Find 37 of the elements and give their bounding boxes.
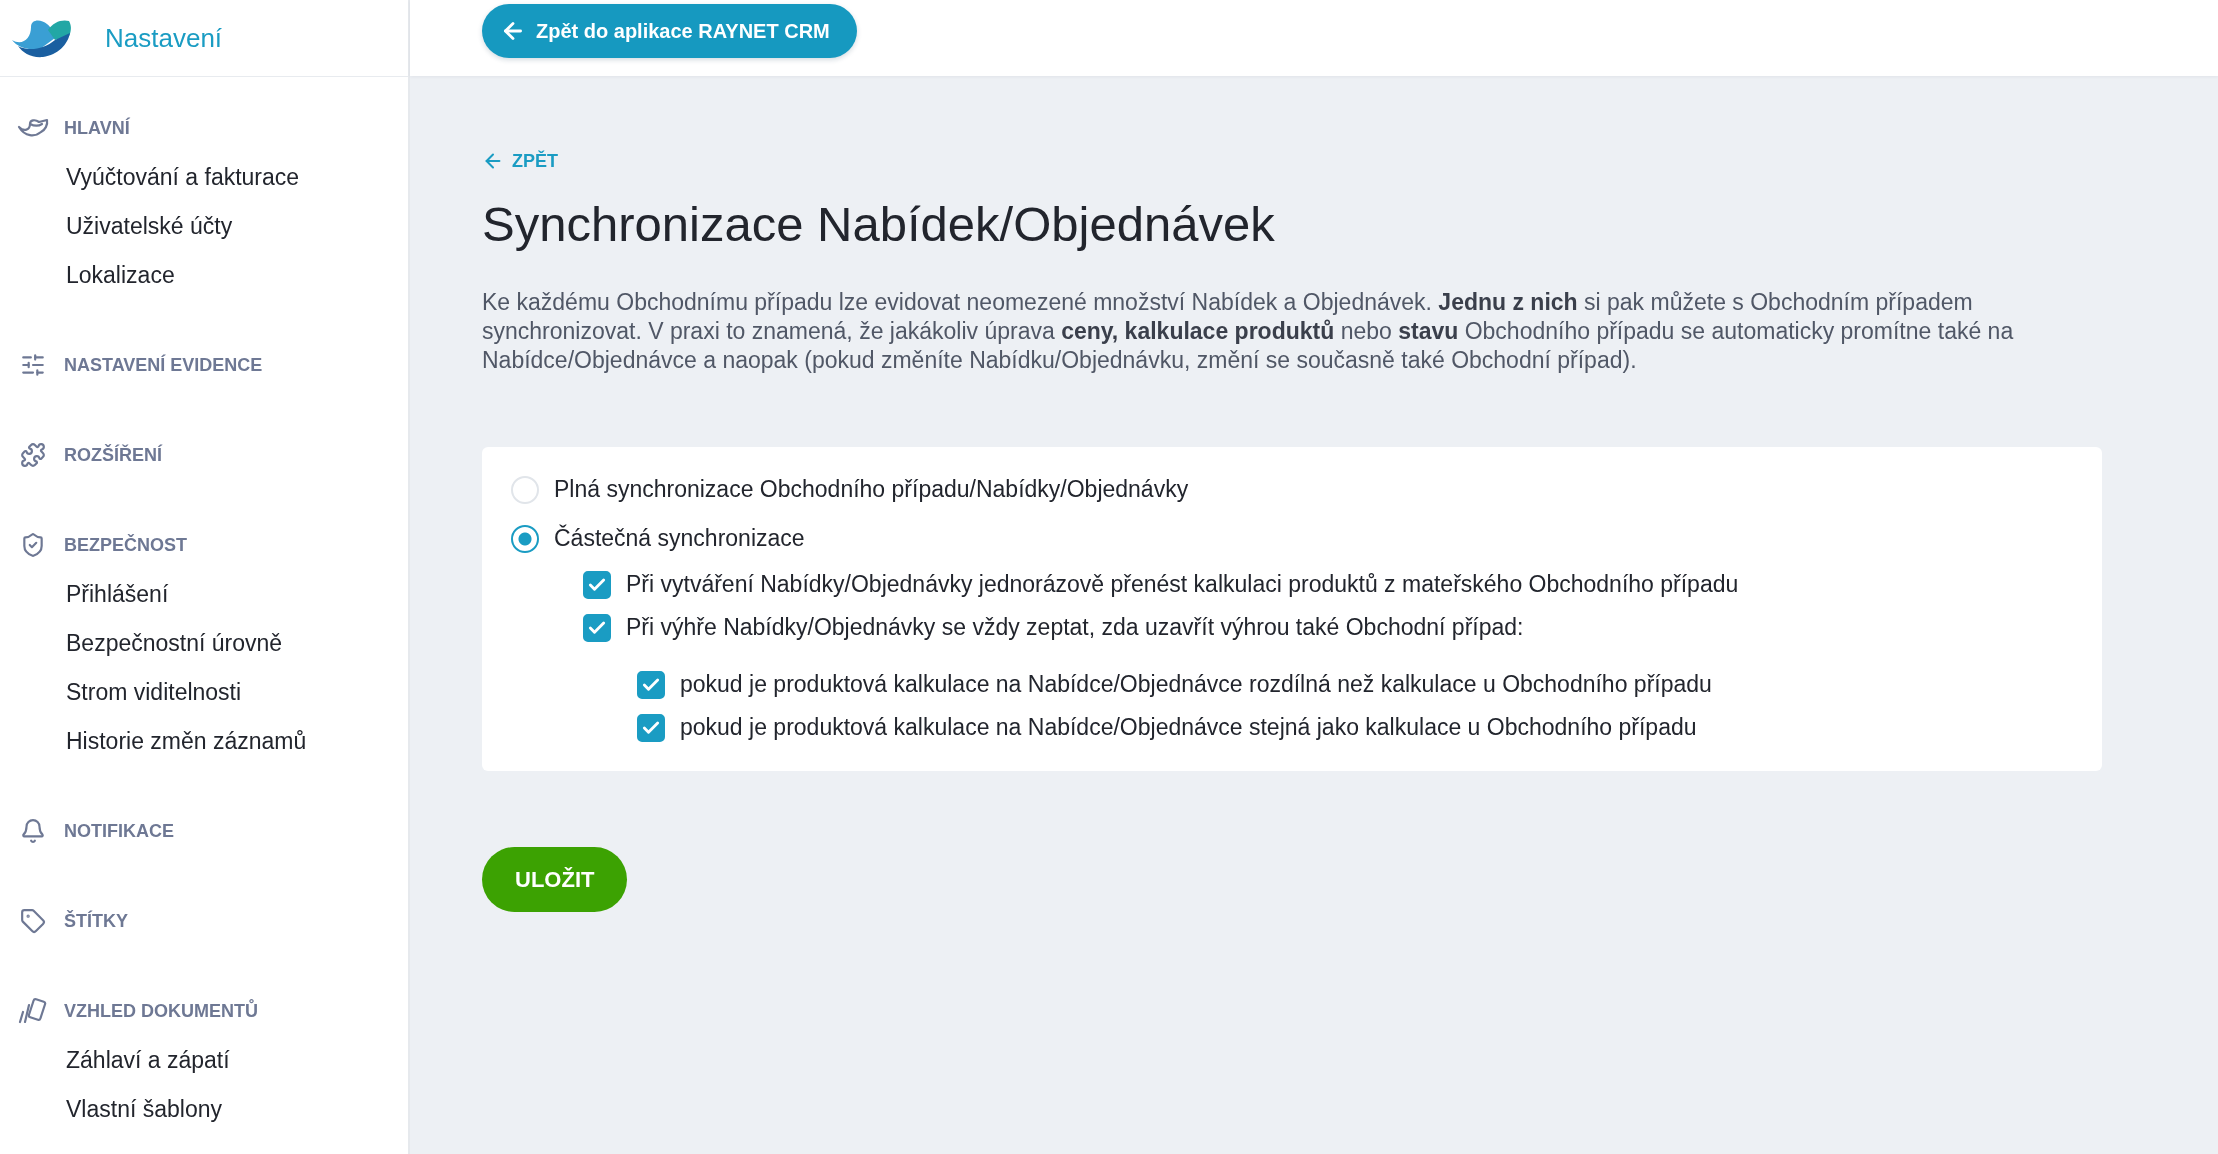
- option-label: pokud je produktová kalkulace na Nabídce/Objednávce rozdílná než kalkulace u Obchodního případu: [680, 671, 1712, 698]
- puzzle-icon: [20, 442, 46, 468]
- sidebar-heading: BEZPEČNOST: [64, 534, 187, 556]
- card-fan-icon: [18, 997, 48, 1025]
- option-label: Plná synchronizace Obchodního případu/Nabídky/Objednávky: [554, 476, 1189, 503]
- checkbox[interactable]: [583, 570, 611, 599]
- sliders-icon: [20, 352, 46, 378]
- sidebar-item[interactable]: Uživatelské účty: [66, 202, 233, 251]
- sidebar-heading: HLAVNÍ: [64, 117, 130, 139]
- sidebar-heading: ŠTÍTKY: [64, 910, 128, 932]
- sidebar-item[interactable]: Strom viditelnosti: [66, 668, 242, 717]
- description-text: Ke každému Obchodnímu případu lze evidovat neomezené množství Nabídek a Objednávek. Jednu z nich si pak můžete s Obchodním případem synchronizovat. V praxi to znamená, že jakákoliv úprava ceny, kalkulace produktů nebo stavu Obchodního případu se automaticky promítne také na Nabídce/Objednávce a naopak (pokud změníte Nabídku/Objednávku, změní se současně také Obchodní případ).: [482, 288, 2015, 375]
- sidebar-item[interactable]: Bezpečnostní úrovně: [66, 619, 283, 668]
- sidebar-heading: VZHLED DOKUMENTŮ: [64, 1000, 258, 1022]
- ray-outline-icon: [17, 117, 49, 139]
- sidebar-item[interactable]: Vyúčtování a fakturace: [66, 153, 300, 202]
- option-label: Při vytváření Nabídky/Objednávky jednorázově přenést kalkulaci produktů z mateřského Obchodního případu: [626, 571, 1739, 598]
- checkbox[interactable]: [637, 713, 665, 742]
- sidebar-heading: ROZŠÍŘENÍ: [64, 444, 162, 466]
- option-label: Při výhře Nabídky/Objednávky se vždy zeptat, zda uzavřít výhrou také Obchodní případ:: [626, 614, 1524, 641]
- sidebar-item[interactable]: Záhlaví a zápatí: [66, 1036, 230, 1085]
- shield-check-icon: [20, 532, 46, 558]
- tag-icon: [20, 908, 46, 934]
- sidebar-item[interactable]: Přihlášení: [66, 570, 169, 619]
- sidebar-heading: NOTIFIKACE: [64, 820, 174, 842]
- option-label: Částečná synchronizace: [554, 525, 805, 552]
- checkbox[interactable]: [583, 613, 611, 642]
- sidebar-item[interactable]: Vlastní šablony: [66, 1085, 222, 1134]
- bell-icon: [20, 818, 46, 844]
- radio-button[interactable]: [511, 524, 539, 553]
- checkbox[interactable]: [637, 670, 665, 699]
- page-title: Synchronizace Nabídek/Objednávek: [482, 196, 1275, 253]
- sidebar-title: Nastavení: [105, 23, 223, 53]
- sidebar-item[interactable]: Lokalizace: [66, 251, 175, 300]
- option-label: pokud je produktová kalkulace na Nabídce/Objednávce stejná jako kalkulace u Obchodního případu: [680, 714, 1697, 741]
- sidebar-item[interactable]: Historie změn záznamů: [66, 717, 307, 766]
- sidebar-heading: NASTAVENÍ EVIDENCE: [64, 354, 263, 376]
